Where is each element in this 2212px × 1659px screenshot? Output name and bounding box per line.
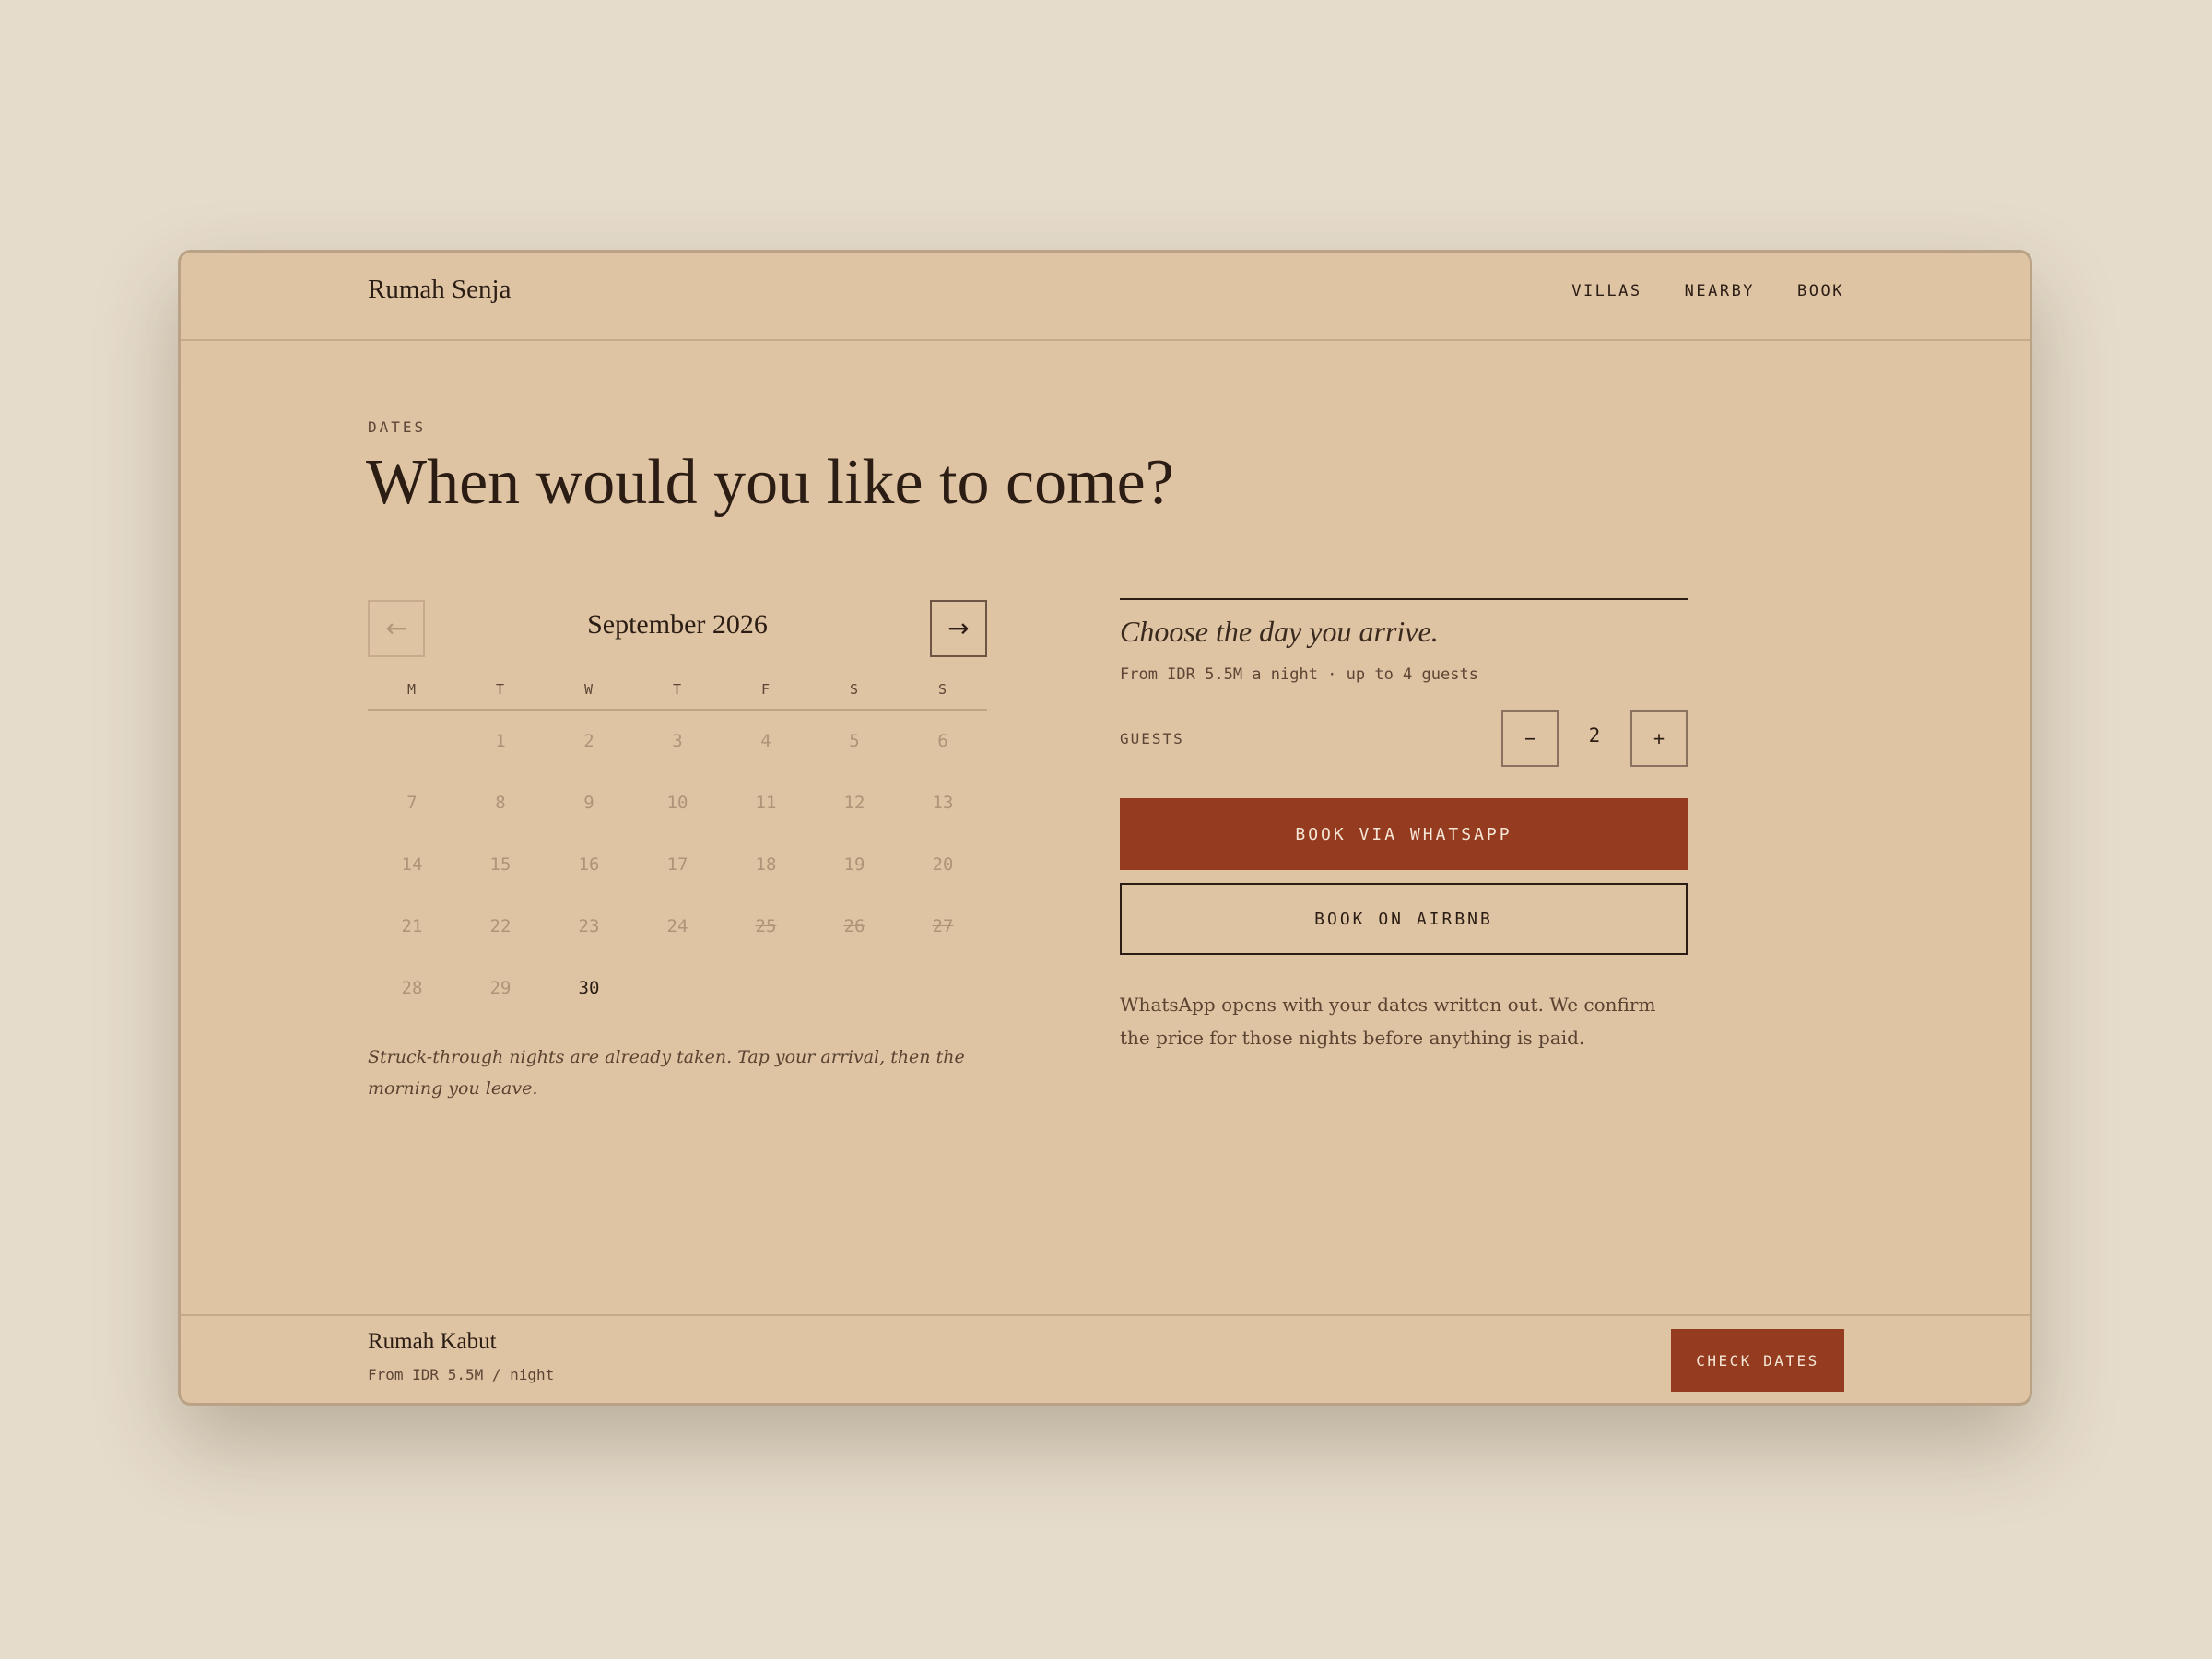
plus-icon: +	[1653, 727, 1665, 749]
minus-icon: −	[1524, 727, 1536, 749]
brand-logo[interactable]: Rumah Senja	[368, 275, 511, 305]
nav-villas[interactable]: VILLAS	[1571, 282, 1641, 300]
booking-panel: Choose the day you arrive. From IDR 5.5M…	[1120, 598, 1688, 1054]
panel-heading: Choose the day you arrive.	[1120, 615, 1439, 648]
page-title: When would you like to come?	[366, 447, 1174, 518]
weekday-header: M T W T F S S	[368, 681, 987, 711]
footer-villa-name: Rumah Kabut	[368, 1329, 497, 1354]
calendar-day: 2	[583, 731, 594, 751]
arrow-right-icon: →	[947, 613, 970, 643]
calendar-day: 16	[578, 854, 600, 875]
guests-increment-button[interactable]: +	[1630, 710, 1688, 767]
calendar-header: ← September 2026 →	[368, 600, 987, 657]
calendar-day: 4	[760, 731, 771, 751]
calendar: ← September 2026 → M T W T F S S 1 2 3 4…	[368, 600, 987, 1104]
calendar-day: 3	[672, 731, 683, 751]
nav-nearby[interactable]: NEARBY	[1685, 282, 1755, 300]
next-month-button[interactable]: →	[930, 600, 987, 657]
weekday-label: S	[937, 681, 948, 698]
calendar-day: 20	[932, 854, 954, 875]
weekday-label: F	[760, 681, 771, 698]
calendar-note: Struck-through nights are already taken.…	[368, 1047, 965, 1099]
calendar-day: 9	[583, 793, 594, 813]
price-summary: From IDR 5.5M a night · up to 4 guests	[1120, 665, 1478, 684]
sticky-footer: Rumah Kabut From IDR 5.5M / night CHECK …	[181, 1314, 2030, 1403]
calendar-day: 28	[401, 978, 423, 998]
book-airbnb-button[interactable]: BOOK ON AIRBNB	[1120, 883, 1688, 955]
check-dates-button[interactable]: CHECK DATES	[1671, 1329, 1844, 1392]
guests-decrement-button[interactable]: −	[1501, 710, 1559, 767]
top-bar: Rumah Senja VILLAS NEARBY BOOK	[181, 253, 2030, 341]
calendar-day: 24	[666, 916, 688, 936]
weekday-label: W	[583, 681, 594, 698]
guests-value: 2	[1588, 724, 1601, 747]
calendar-day: 7	[406, 793, 418, 813]
calendar-day: 1	[495, 731, 506, 751]
calendar-day: 21	[401, 916, 423, 936]
calendar-day-booked: 27	[932, 916, 954, 936]
calendar-day: 12	[843, 793, 865, 813]
panel-divider	[1120, 598, 1688, 600]
guests-label: GUESTS	[1120, 730, 1184, 747]
calendar-day: 10	[666, 793, 688, 813]
guests-stepper: GUESTS − 2 +	[1120, 710, 1688, 767]
app-window: Rumah Senja VILLAS NEARBY BOOK DATES Whe…	[178, 250, 2032, 1406]
booking-note: WhatsApp opens with your dates written o…	[1120, 994, 1656, 1049]
weekday-label: S	[849, 681, 860, 698]
calendar-day: 14	[401, 854, 423, 875]
calendar-day: 11	[755, 793, 777, 813]
nav-book[interactable]: BOOK	[1797, 282, 1844, 300]
calendar-day: 6	[937, 731, 948, 751]
month-label: September 2026	[587, 609, 768, 640]
calendar-day: 8	[495, 793, 506, 813]
calendar-day: 13	[932, 793, 954, 813]
calendar-day: 17	[666, 854, 688, 875]
weekday-label: T	[672, 681, 683, 698]
calendar-grid: 1 2 3 4 5 6 7 8 9 10 11 12 13 14 15 16 1…	[368, 711, 987, 1019]
weekday-label: M	[406, 681, 418, 698]
calendar-day: 29	[489, 978, 512, 998]
calendar-day: 23	[578, 916, 600, 936]
calendar-day-booked: 25	[755, 916, 777, 936]
calendar-day: 22	[489, 916, 512, 936]
footer-price: From IDR 5.5M / night	[368, 1366, 555, 1383]
main-nav: VILLAS NEARBY BOOK	[1571, 282, 1844, 300]
calendar-day: 19	[843, 854, 865, 875]
calendar-day-booked: 26	[843, 916, 865, 936]
weekday-label: T	[495, 681, 506, 698]
calendar-day: 18	[755, 854, 777, 875]
calendar-day: 15	[489, 854, 512, 875]
book-whatsapp-button[interactable]: BOOK VIA WHATSAPP	[1120, 798, 1688, 870]
calendar-day-available[interactable]: 30	[545, 958, 633, 1019]
section-eyebrow: DATES	[368, 418, 427, 436]
calendar-blank	[368, 711, 456, 772]
calendar-day: 5	[849, 731, 860, 751]
